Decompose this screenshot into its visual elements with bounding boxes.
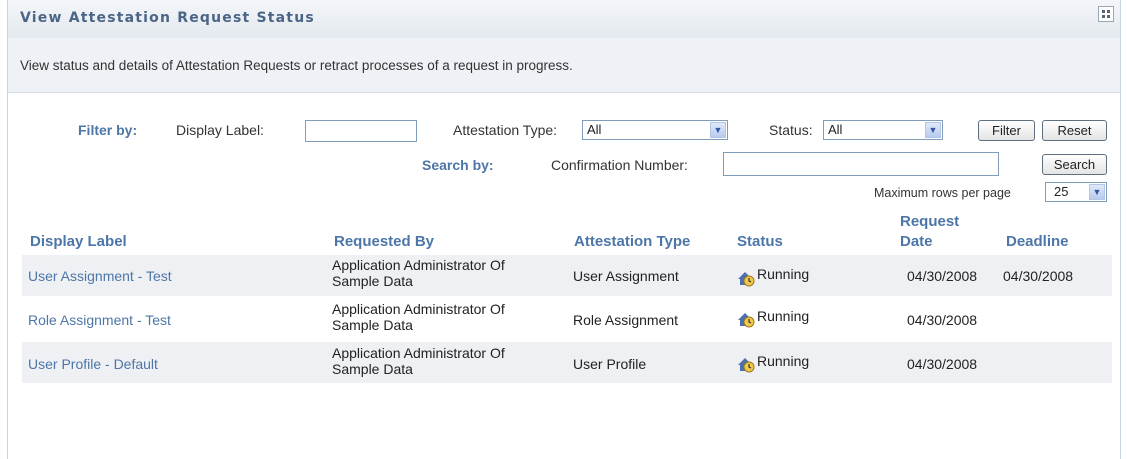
row-attestation-type: User Profile	[573, 356, 647, 372]
display-label-input[interactable]	[305, 120, 417, 142]
row-request-date: 04/30/2008	[907, 268, 978, 284]
filter-by-label: Filter by:	[78, 122, 138, 138]
chevron-down-icon[interactable]: ▼	[710, 122, 726, 138]
column-header-deadline[interactable]: Deadline	[1006, 233, 1069, 250]
search-button[interactable]: Search	[1042, 154, 1107, 175]
attestation-type-select[interactable]: All ▼	[582, 120, 728, 140]
description-bar: View status and details of Attestation R…	[8, 38, 1120, 93]
grid-menu-icon[interactable]	[1098, 6, 1114, 22]
column-header-attestation-type[interactable]: Attestation Type	[574, 233, 690, 250]
status-label: Status:	[769, 122, 813, 138]
table-row: User Assignment - Test Application Admin…	[22, 255, 1112, 296]
requested-by-line2: Sample Data	[332, 317, 413, 333]
row-display-label-link[interactable]: User Profile - Default	[28, 356, 158, 372]
column-header-request-date-line1[interactable]: Request	[900, 213, 959, 230]
max-rows-label: Maximum rows per page	[874, 186, 1011, 200]
running-clock-icon	[738, 313, 755, 328]
attestation-status-panel: View Attestation Request Status View sta…	[7, 0, 1121, 459]
panel-header: View Attestation Request Status	[8, 0, 1120, 39]
table-row: Role Assignment - Test Application Admin…	[22, 298, 1112, 339]
attestation-type-value: All	[587, 122, 602, 137]
requested-by-line1: Application Administrator Of	[332, 301, 505, 317]
status-value: All	[828, 122, 843, 137]
search-by-label: Search by:	[422, 157, 494, 173]
description-text: View status and details of Attestation R…	[20, 58, 573, 73]
row-requested-by: Application Administrator Of Sample Data	[332, 345, 505, 377]
column-header-request-date-line2[interactable]: Date	[900, 233, 933, 250]
status-select[interactable]: All ▼	[823, 120, 943, 140]
row-attestation-type: Role Assignment	[573, 312, 679, 328]
confirmation-number-input[interactable]	[723, 152, 999, 176]
max-rows-select[interactable]: 25 ▼	[1045, 182, 1107, 202]
requested-by-line1: Application Administrator Of	[332, 257, 505, 273]
requested-by-line2: Sample Data	[332, 273, 413, 289]
column-header-status[interactable]: Status	[737, 233, 783, 250]
requested-by-line2: Sample Data	[332, 361, 413, 377]
requested-by-line1: Application Administrator Of	[332, 345, 505, 361]
table-row: User Profile - Default Application Admin…	[22, 342, 1112, 383]
display-label-label: Display Label:	[176, 122, 264, 138]
row-display-label-link[interactable]: User Assignment - Test	[28, 268, 172, 284]
row-status: Running	[757, 266, 810, 282]
row-status: Running	[757, 308, 810, 324]
chevron-down-icon[interactable]: ▼	[1089, 184, 1105, 200]
reset-button[interactable]: Reset	[1042, 120, 1107, 141]
row-status: Running	[757, 353, 810, 369]
column-header-display-label[interactable]: Display Label	[30, 233, 127, 250]
running-clock-icon	[738, 358, 755, 373]
row-request-date: 04/30/2008	[907, 312, 978, 328]
attestation-type-label: Attestation Type:	[453, 122, 558, 138]
filter-button[interactable]: Filter	[978, 120, 1035, 141]
row-requested-by: Application Administrator Of Sample Data	[332, 257, 505, 289]
max-rows-value: 25	[1054, 184, 1069, 199]
confirmation-number-label: Confirmation Number:	[551, 157, 688, 173]
row-display-label-link[interactable]: Role Assignment - Test	[28, 312, 171, 328]
page-title: View Attestation Request Status	[20, 10, 315, 26]
row-requested-by: Application Administrator Of Sample Data	[332, 301, 505, 333]
row-request-date: 04/30/2008	[907, 356, 978, 372]
running-clock-icon	[738, 272, 755, 287]
row-deadline: 04/30/2008	[1003, 268, 1074, 284]
row-attestation-type: User Assignment	[573, 268, 679, 284]
chevron-down-icon[interactable]: ▼	[925, 122, 941, 138]
column-header-requested-by[interactable]: Requested By	[334, 233, 434, 250]
